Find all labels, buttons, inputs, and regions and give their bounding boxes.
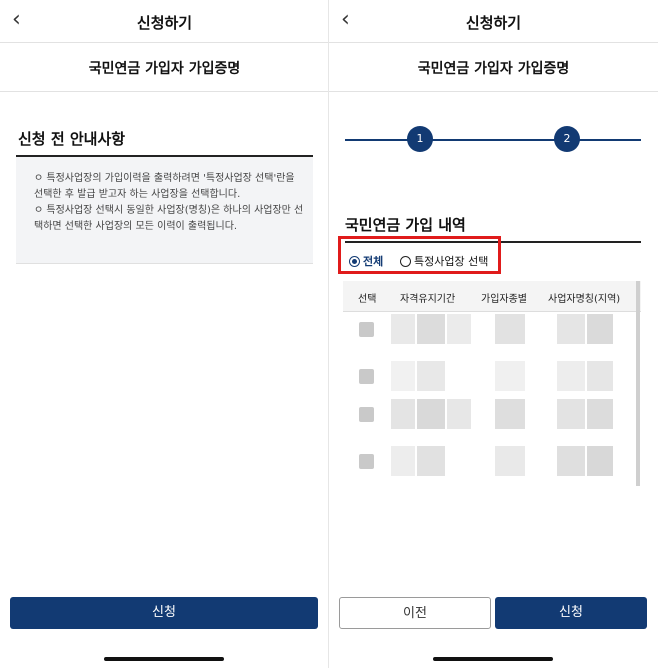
redacted-cell [557, 446, 585, 476]
home-indicator [433, 657, 553, 661]
row-checkbox[interactable] [359, 407, 374, 422]
redacted-cell [587, 399, 613, 429]
redacted-cell [557, 361, 585, 391]
left-screen: ‹ 신청하기 국민연금 가입자 가입증명 신청 전 안내사항 ㅇ 특정사업장의 … [0, 0, 329, 668]
column-header: 선택 [358, 294, 377, 305]
prev-button[interactable]: 이전 [339, 597, 491, 629]
redacted-cell [495, 446, 525, 476]
notice-bullet: ㅇ 특정사업장 선택시 동일한 사업장(명칭)은 하나의 사업장만 선택하면 선… [34, 205, 304, 232]
redacted-cell [391, 399, 415, 429]
table-row[interactable] [343, 314, 635, 360]
table-row[interactable] [343, 446, 635, 486]
notice-heading: 신청 전 안내사항 [18, 130, 126, 148]
step-1: 1 [407, 126, 433, 152]
apply-button[interactable]: 신청 [10, 597, 318, 629]
page-title: 신청하기 [136, 14, 193, 32]
redacted-cell [447, 314, 471, 344]
redacted-cell [495, 314, 525, 344]
redacted-cell [417, 361, 445, 391]
highlight-box [338, 236, 501, 274]
column-header: 자격유지기간 [400, 294, 456, 305]
subtitle-bar: 국민연금 가입자 가입증명 [329, 43, 658, 92]
table-scrollbar[interactable] [636, 281, 640, 486]
history-title: 국민연금 가입 내역 [345, 216, 466, 234]
step-2: 2 [554, 126, 580, 152]
redacted-cell [587, 446, 613, 476]
row-checkbox[interactable] [359, 322, 374, 337]
notice-box: ㅇ 특정사업장의 가입이력을 출력하려면 '특정사업장 선택'란을 선택한 후 … [16, 157, 313, 264]
notice-bullet: ㅇ 특정사업장의 가입이력을 출력하려면 '특정사업장 선택'란을 선택한 후 … [34, 173, 295, 200]
row-checkbox[interactable] [359, 454, 374, 469]
page-subtitle: 국민연금 가입자 가입증명 [417, 61, 570, 77]
right-screen: ‹ 신청하기 국민연금 가입자 가입증명 1 2 국민연금 가입 내역 전체 특… [329, 0, 658, 668]
redacted-cell [557, 314, 585, 344]
redacted-cell [391, 446, 415, 476]
redacted-cell [417, 314, 445, 344]
redacted-cell [495, 361, 525, 391]
column-header: 사업자명칭(지역) [548, 294, 621, 305]
row-checkbox[interactable] [359, 369, 374, 384]
history-table: 선택 자격유지기간 가입자종별 사업자명칭(지역) [343, 281, 641, 486]
redacted-cell [557, 399, 585, 429]
page-subtitle: 국민연금 가입자 가입증명 [88, 61, 241, 77]
header: ‹ 신청하기 [329, 0, 658, 43]
column-header: 가입자종별 [481, 294, 527, 305]
apply-button[interactable]: 신청 [495, 597, 647, 629]
redacted-cell [495, 399, 525, 429]
redacted-cell [417, 399, 445, 429]
redacted-cell [391, 314, 415, 344]
redacted-cell [391, 361, 415, 391]
home-indicator [104, 657, 224, 661]
header: ‹ 신청하기 [0, 0, 329, 43]
page-title: 신청하기 [465, 14, 522, 32]
redacted-cell [417, 446, 445, 476]
redacted-cell [587, 361, 613, 391]
table-row[interactable] [343, 399, 635, 445]
redacted-cell [587, 314, 613, 344]
redacted-cell [447, 399, 471, 429]
table-header: 선택 자격유지기간 가입자종별 사업자명칭(지역) [343, 281, 641, 312]
subtitle-bar: 국민연금 가입자 가입증명 [0, 43, 329, 92]
stepper-line [345, 139, 641, 141]
